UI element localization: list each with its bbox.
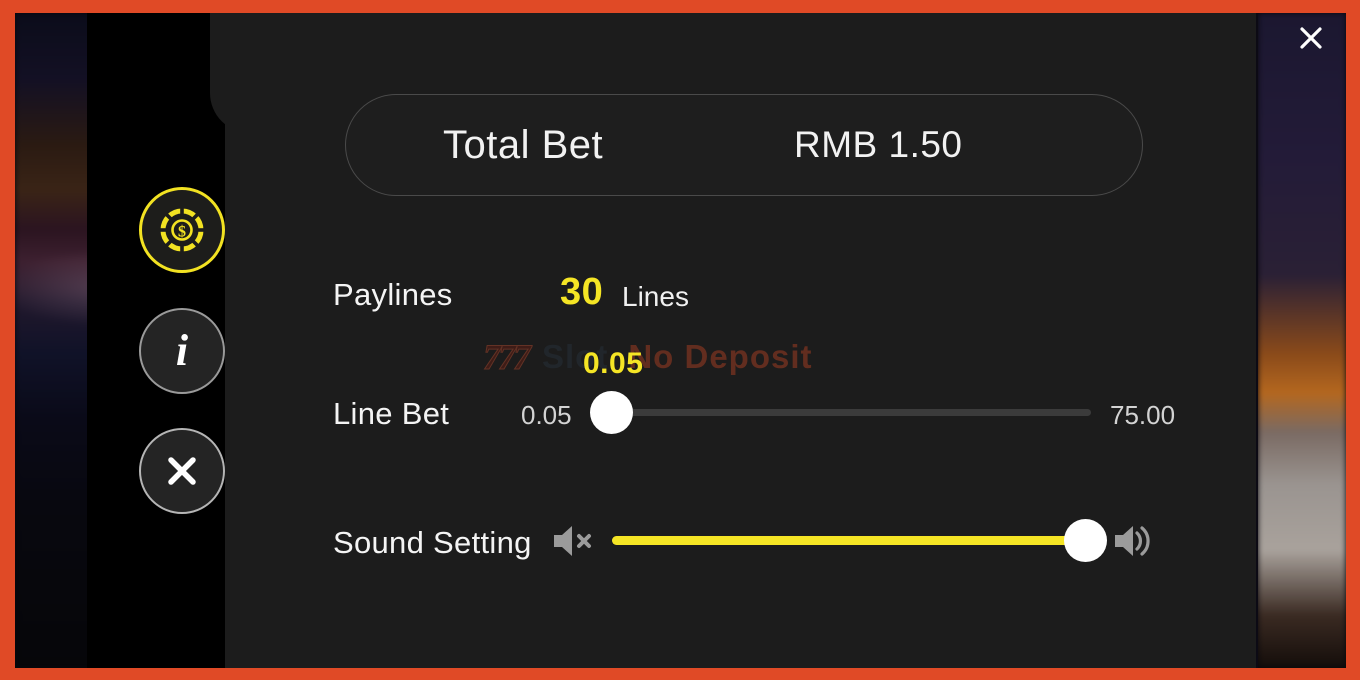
- speaker-on-icon[interactable]: [1112, 521, 1154, 561]
- screen-root: $ i Total Bet RMB 1.50 777 Slot No Depos: [0, 0, 1360, 680]
- game-viewport: $ i Total Bet RMB 1.50 777 Slot No Depos: [15, 13, 1346, 668]
- sound-slider-fill: [612, 536, 1090, 545]
- close-icon: [1298, 25, 1324, 56]
- background-right: [1258, 13, 1346, 668]
- total-bet-value: RMB 1.50: [794, 124, 963, 165]
- line-bet-slider-thumb[interactable]: [590, 391, 633, 434]
- sidebar-item-close-panel[interactable]: [139, 428, 225, 514]
- total-bet-label: Total Bet: [443, 122, 604, 167]
- paylines-unit: Lines: [622, 281, 689, 312]
- sound-setting-label: Sound Setting: [333, 525, 532, 560]
- line-bet-min-label: 0.05: [521, 400, 572, 430]
- line-bet-current-value: 0.05: [583, 347, 644, 380]
- total-bet-display: Total Bet RMB 1.50: [345, 94, 1143, 196]
- line-bet-max-label: 75.00: [1110, 400, 1176, 430]
- line-bet-label: Line Bet: [333, 396, 450, 431]
- paylines-count: 30: [560, 271, 604, 313]
- line-bet-slider-track[interactable]: [611, 409, 1091, 416]
- info-icon: i: [175, 326, 189, 375]
- svg-text:$: $: [178, 224, 186, 241]
- sound-slider-track[interactable]: [612, 536, 1090, 545]
- sidebar-item-info[interactable]: i: [139, 308, 225, 394]
- close-icon: [162, 451, 202, 491]
- speaker-mute-icon[interactable]: [550, 521, 598, 561]
- window-close-button[interactable]: [1294, 23, 1328, 57]
- paylines-label: Paylines: [333, 277, 453, 312]
- casino-chip-icon: $: [157, 205, 207, 255]
- sound-slider-thumb[interactable]: [1064, 519, 1107, 562]
- sidebar-item-bet-settings[interactable]: $: [139, 187, 225, 273]
